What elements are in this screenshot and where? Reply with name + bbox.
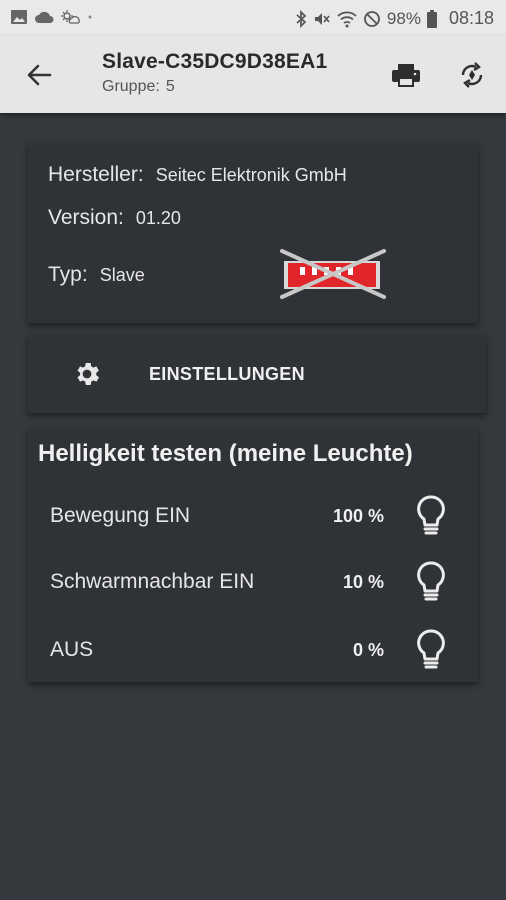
sync-button[interactable] — [454, 58, 490, 92]
test-row-swarm[interactable]: Schwarmnachbar EIN 10 % — [28, 558, 478, 608]
type-label: Typ: — [48, 263, 88, 286]
brightness-test-card: Helligkeit testen (meine Leuchte) Bewegu… — [28, 428, 478, 682]
gear-icon — [77, 363, 99, 385]
wifi-icon — [337, 11, 357, 27]
clock: 08:18 — [448, 8, 494, 28]
group-subtitle: Gruppe: 5 — [102, 78, 175, 96]
battery-icon — [426, 9, 437, 28]
manufacturer-value: Seitec Elektronik GmbH — [155, 165, 347, 185]
test-row-value: 0 % — [352, 640, 384, 660]
status-bar: 98% 08:18 — [0, 0, 506, 36]
no-sim-icon — [364, 10, 380, 27]
arrow-back-icon — [27, 64, 52, 86]
test-row-label: Bewegung EIN — [50, 504, 191, 527]
printer-icon — [392, 64, 420, 87]
version-label: Version: — [48, 206, 124, 229]
dot-icon — [88, 15, 92, 19]
test-row-label: Schwarmnachbar EIN — [50, 570, 255, 593]
test-row-value: 100 % — [332, 506, 384, 526]
brightness-test-title: Helligkeit testen (meine Leuchte) — [38, 440, 413, 467]
bluetooth-icon — [296, 9, 307, 28]
print-button[interactable] — [388, 58, 424, 92]
notification-icons — [10, 9, 94, 25]
test-row-off[interactable]: AUS 0 % — [28, 626, 478, 676]
device-type-crossed-icon — [280, 249, 386, 299]
device-info-card: Hersteller: Seitec Elektronik GmbH Versi… — [28, 143, 478, 323]
type-row: Typ: Slave — [48, 263, 145, 287]
back-button[interactable] — [20, 58, 58, 92]
app-bar: Slave-C35DC9D38EA1 Gruppe: 5 — [0, 36, 506, 113]
group-label: Gruppe: — [102, 78, 160, 95]
version-value: 01.20 — [135, 208, 181, 228]
settings-label: EINSTELLUNGEN — [149, 364, 305, 384]
lightbulb-icon[interactable] — [414, 560, 448, 604]
test-row-motion[interactable]: Bewegung EIN 100 % — [28, 492, 478, 542]
image-icon — [11, 10, 27, 24]
page-title: Slave-C35DC9D38EA1 — [102, 50, 328, 73]
lightbulb-icon[interactable] — [414, 494, 448, 538]
group-value: 5 — [165, 78, 175, 95]
manufacturer-row: Hersteller: Seitec Elektronik GmbH — [48, 163, 347, 187]
sync-icon — [461, 62, 483, 88]
version-row: Version: 01.20 — [48, 206, 181, 230]
test-row-value: 10 % — [342, 572, 384, 592]
settings-button[interactable]: EINSTELLUNGEN — [28, 335, 486, 413]
cloud-icon — [35, 11, 54, 23]
battery-percentage: 98% — [386, 8, 421, 28]
manufacturer-label: Hersteller: — [48, 163, 144, 186]
weather-icon — [61, 10, 80, 24]
test-row-label: AUS — [50, 638, 94, 661]
type-value: Slave — [99, 265, 145, 285]
lightbulb-icon[interactable] — [414, 628, 448, 672]
mute-icon — [314, 12, 330, 25]
